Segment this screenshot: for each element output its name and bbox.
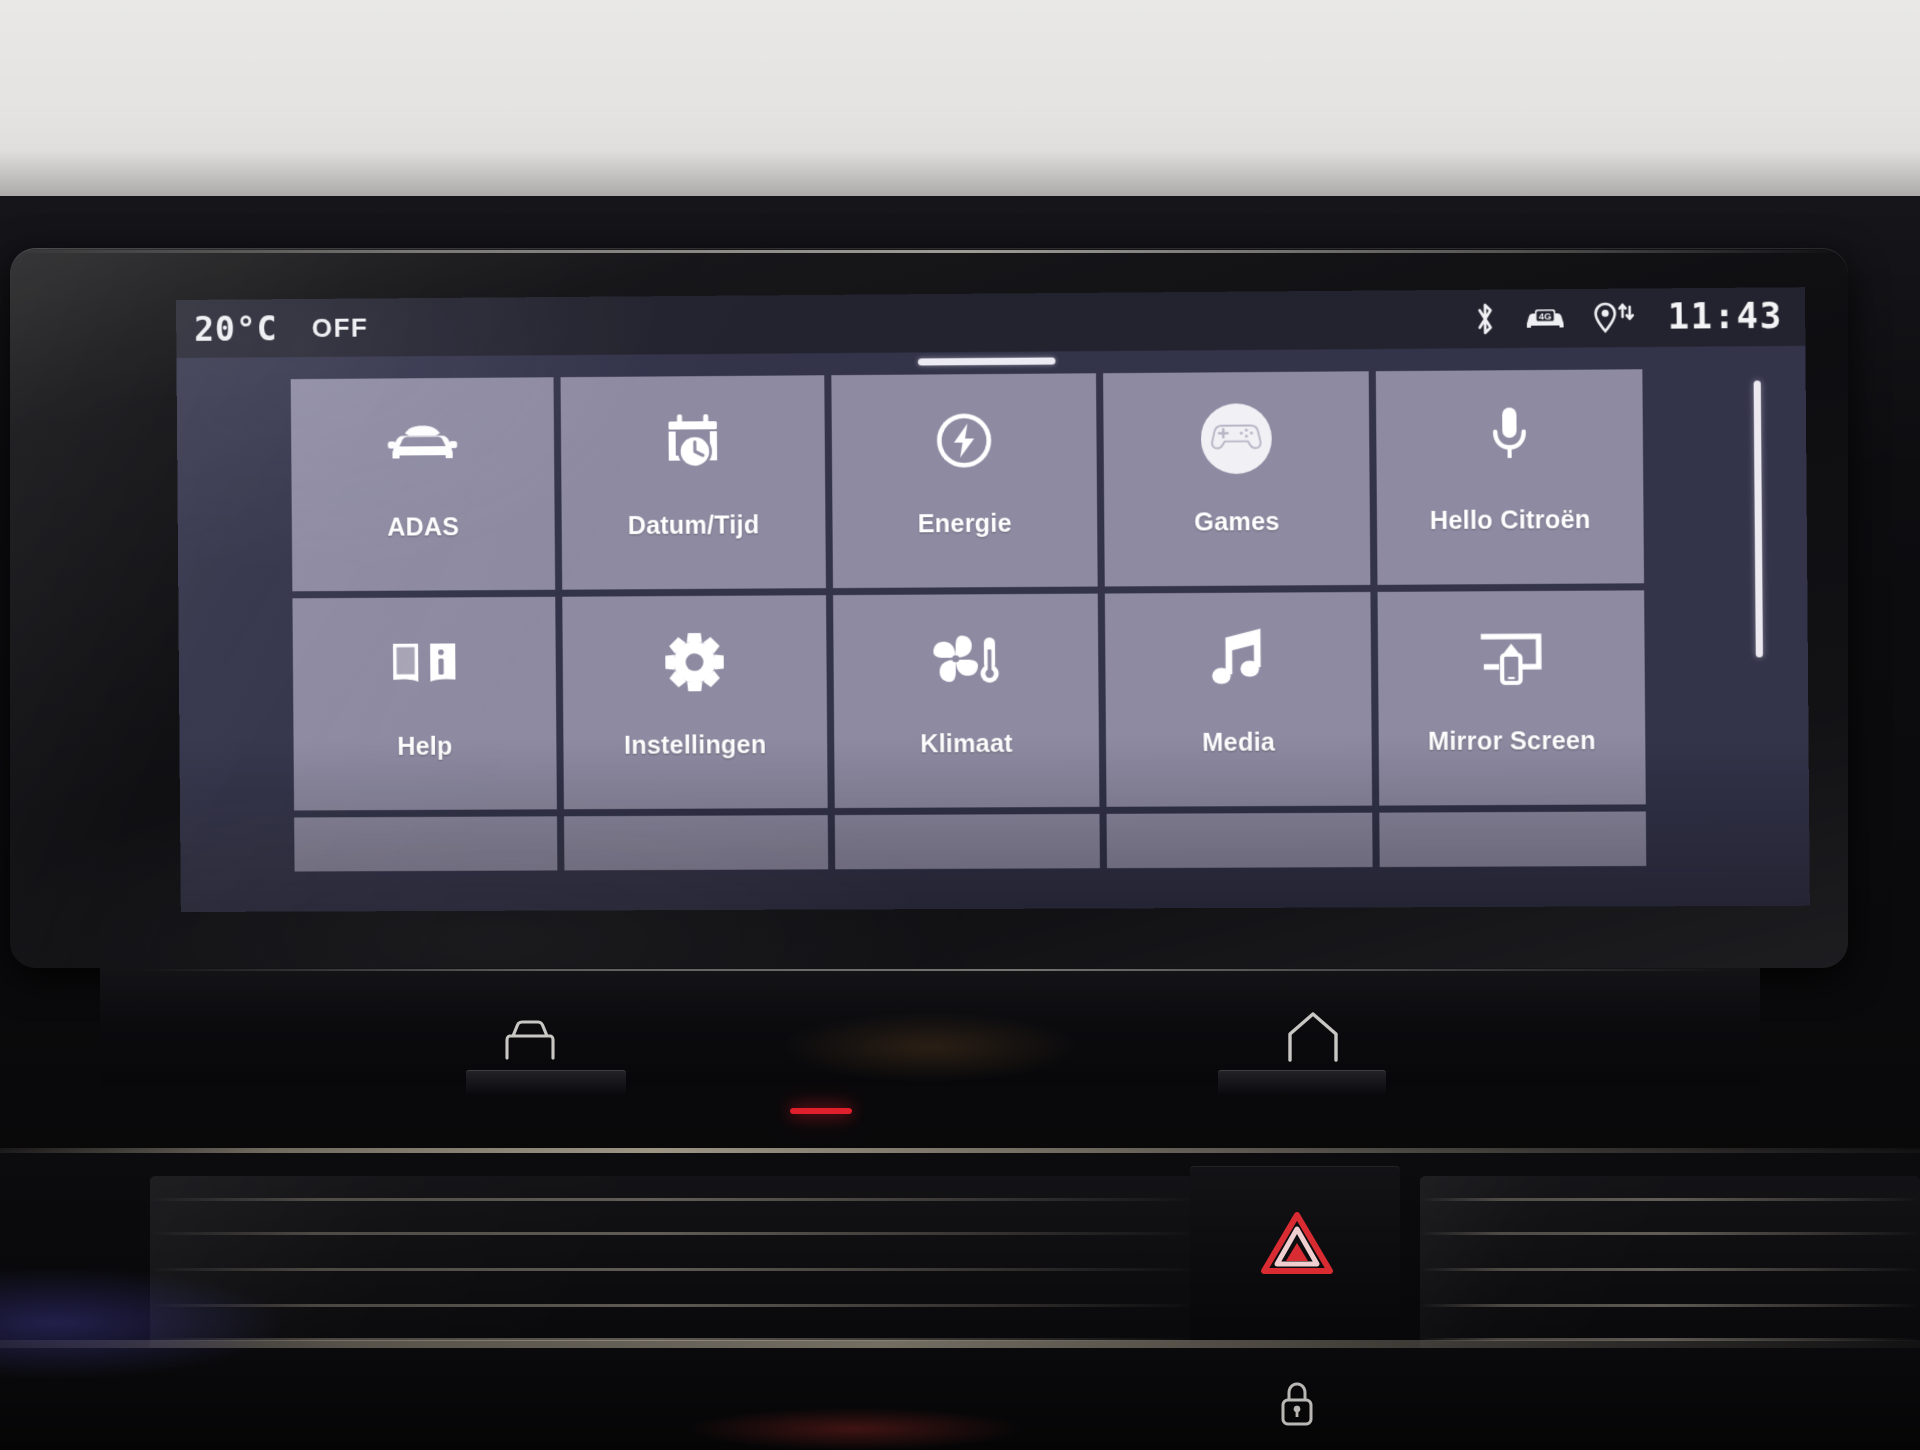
app-tile-label: Datum/Tijd bbox=[627, 511, 760, 541]
vehicle-settings-key[interactable] bbox=[494, 1012, 566, 1070]
app-tile-row3-partial[interactable] bbox=[294, 816, 558, 872]
screen-mirror-icon bbox=[1477, 597, 1545, 718]
app-tile-row3-partial[interactable] bbox=[563, 815, 829, 871]
microphone-icon bbox=[1486, 376, 1534, 497]
car-front-icon bbox=[505, 1020, 555, 1060]
app-tile-row3-partial[interactable] bbox=[1106, 812, 1373, 869]
app-tile-energie[interactable]: Energie bbox=[831, 373, 1098, 589]
gamepad-icon bbox=[1196, 378, 1276, 499]
energy-bolt-icon bbox=[933, 380, 995, 501]
home-key[interactable] bbox=[1280, 1006, 1346, 1070]
car-4g-icon: 4G bbox=[1523, 303, 1568, 334]
home-icon bbox=[1288, 1012, 1338, 1062]
app-grid: ADAS Datum/Tijd Energie Games Hello Citr… bbox=[290, 369, 1647, 872]
touchscreen-display[interactable]: 20°C OFF 4G 11:43 ADAS Datum/Tijd Energi… bbox=[176, 287, 1810, 913]
app-tile-help[interactable]: Help bbox=[292, 596, 557, 811]
ambient-light-left bbox=[0, 1268, 280, 1378]
infotainment-photo: 20°C OFF 4G 11:43 ADAS Datum/Tijd Energi… bbox=[0, 0, 1920, 1450]
calendar-clock-icon bbox=[661, 382, 724, 503]
car-icon bbox=[387, 384, 458, 505]
console-chrome-trim bbox=[0, 1148, 1920, 1153]
air-vent-right[interactable] bbox=[1420, 1176, 1920, 1366]
clock-readout: 11:43 bbox=[1667, 296, 1783, 338]
app-tile-row3-partial[interactable] bbox=[834, 813, 1100, 870]
fan-state-label[interactable]: OFF bbox=[312, 312, 369, 343]
key-tab-left[interactable] bbox=[466, 1070, 626, 1094]
location-pin-data-transfer-icon bbox=[1592, 301, 1635, 336]
app-tile-label: Klimaat bbox=[920, 729, 1013, 759]
book-info-icon bbox=[389, 603, 460, 724]
hard-key-strip bbox=[100, 968, 1760, 1086]
app-tile-mirror-screen[interactable]: Mirror Screen bbox=[1377, 590, 1646, 806]
app-tile-datum-tijd[interactable]: Datum/Tijd bbox=[560, 375, 826, 590]
app-tile-label: Help bbox=[397, 732, 453, 761]
app-tile-label: ADAS bbox=[387, 513, 460, 542]
app-tile-label: Media bbox=[1202, 728, 1276, 758]
bluetooth-icon bbox=[1472, 302, 1499, 336]
svg-text:4G: 4G bbox=[1539, 311, 1552, 321]
page-indicator-bar[interactable] bbox=[917, 357, 1056, 366]
door-lock-button[interactable] bbox=[1258, 1374, 1336, 1436]
air-vent-left[interactable] bbox=[150, 1176, 1200, 1366]
lower-chrome-trim bbox=[0, 1340, 1920, 1348]
app-tile-media[interactable]: Media bbox=[1104, 591, 1373, 807]
hazard-triangle-icon bbox=[1261, 1212, 1333, 1274]
status-led bbox=[790, 1108, 852, 1114]
app-tile-instellingen[interactable]: Instellingen bbox=[562, 595, 828, 810]
app-tile-games[interactable]: Games bbox=[1103, 371, 1371, 587]
app-tile-label: Instellingen bbox=[623, 731, 767, 760]
fan-thermometer-icon bbox=[929, 600, 1003, 721]
key-strip-trim bbox=[140, 969, 1730, 971]
app-tile-label: Mirror Screen bbox=[1427, 726, 1597, 756]
gear-icon bbox=[663, 602, 726, 723]
key-tab-right[interactable] bbox=[1218, 1070, 1386, 1094]
scrollbar-thumb[interactable] bbox=[1753, 380, 1763, 658]
bezel-top-highlight bbox=[16, 250, 1842, 253]
hazard-button[interactable] bbox=[1245, 1198, 1349, 1290]
app-tile-hello-citroen[interactable]: Hello Citroën bbox=[1375, 369, 1645, 585]
app-tile-row3-partial[interactable] bbox=[1379, 811, 1647, 868]
door-lock-icon bbox=[1281, 1382, 1313, 1426]
app-tile-label: Games bbox=[1194, 507, 1280, 537]
music-note-icon bbox=[1208, 599, 1268, 720]
app-tile-label: Hello Citroën bbox=[1429, 505, 1591, 536]
ambient-light-bottom bbox=[690, 1408, 1020, 1450]
app-tile-adas[interactable]: ADAS bbox=[290, 377, 556, 592]
app-tile-label: Energie bbox=[917, 509, 1012, 539]
status-bar: 20°C OFF 4G 11:43 bbox=[176, 287, 1806, 358]
temperature-readout[interactable]: 20°C bbox=[194, 309, 278, 349]
app-tile-klimaat[interactable]: Klimaat bbox=[833, 593, 1100, 809]
